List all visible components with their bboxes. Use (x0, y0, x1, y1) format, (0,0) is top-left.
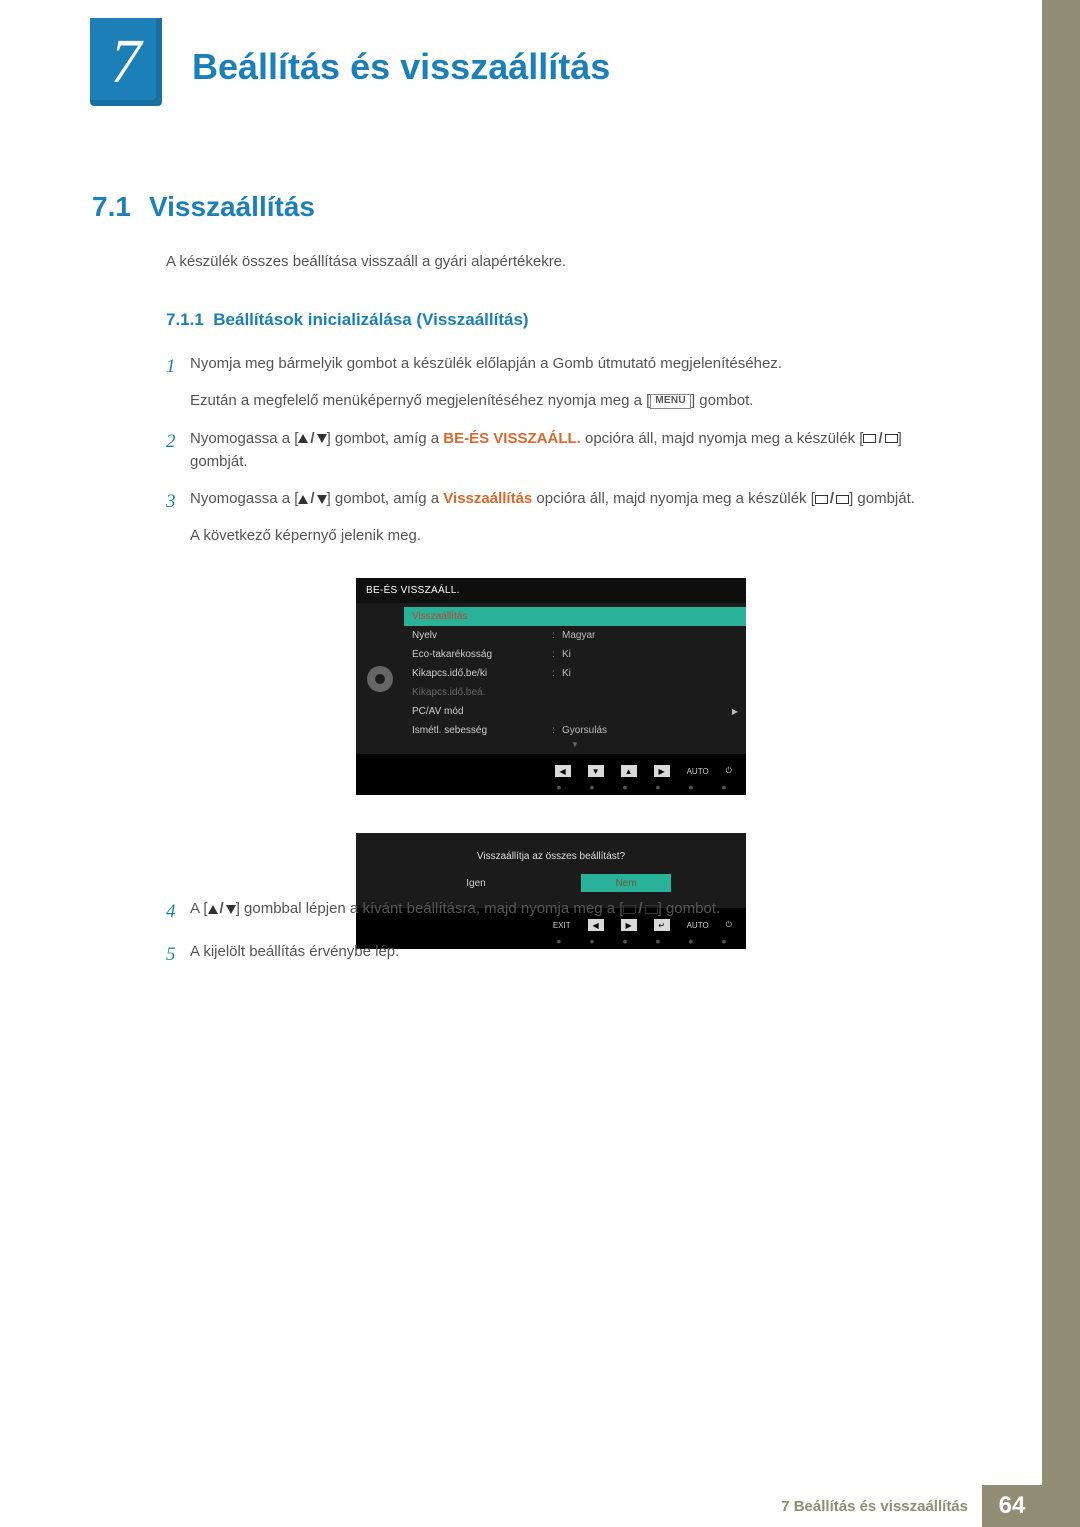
footer-chapter-label: 7 Beállítás és visszaállítás (781, 1485, 982, 1527)
osd-nav-dots: •••••• (356, 784, 746, 795)
subsection-number: 7.1.1 (166, 310, 204, 329)
section-intro: A készülék összes beállítása visszaáll a… (166, 253, 566, 270)
enter-icon (885, 434, 898, 443)
step-1-text: Nyomja meg bármelyik gombot a készülék e… (190, 355, 782, 372)
step-3-after: A következő képernyő jelenik meg. (190, 524, 926, 547)
chapter-header: 7 Beállítás és visszaállítás (90, 18, 610, 106)
step-4-pre: A [ (190, 900, 208, 917)
nav-up-icon: ▲ (621, 765, 637, 777)
step-2-pre: Nyomogassa a [ (190, 430, 298, 447)
osd-row: PC/AV mód▶ (404, 702, 746, 721)
down-arrow-icon (226, 905, 236, 914)
osd-row: Kikapcs.idő.be/ki:Ki (404, 664, 746, 683)
step-2-post: opcióra áll, majd nyomja meg a készülék … (581, 430, 864, 447)
osd-title: BE-ÉS VISSZAÁLL. (356, 578, 746, 603)
step-3-post: opcióra áll, majd nyomja meg a készülék … (532, 490, 815, 507)
enter-icon (836, 495, 849, 504)
scroll-down-indicator: ▼ (404, 740, 746, 750)
down-arrow-icon (317, 434, 327, 443)
osd-menu-list: Visszaállítás Nyelv:Magyar Eco-takarékos… (404, 603, 746, 754)
source-icon (815, 495, 828, 504)
step-1-sub-a: Ezután a megfelelő menüképernyő megjelen… (190, 392, 650, 409)
nav-down-icon: ▼ (588, 765, 604, 777)
side-accent-bar (1042, 0, 1080, 1527)
step-2-highlight: BE-ÉS VISSZAÁLL. (443, 430, 581, 447)
step-number: 2 (166, 427, 190, 474)
step-number: 4 (166, 897, 190, 926)
step-number: 3 (166, 487, 190, 548)
section-number: 7.1 (92, 191, 131, 222)
chapter-number-badge: 7 (90, 18, 162, 106)
nav-right-icon: ▶ (654, 765, 670, 777)
down-arrow-icon (317, 495, 327, 504)
step-4-mid: ] gombbal lépjen a kívánt beállításra, m… (236, 900, 624, 917)
subsection-title: Beállítások inicializálása (Visszaállítá… (213, 310, 528, 329)
enter-icon (645, 905, 658, 914)
up-arrow-icon (298, 434, 308, 443)
step-5: 5 A kijelölt beállítás érvénybe lép. (166, 940, 926, 969)
confirm-no-selected: Nem (581, 874, 671, 892)
up-arrow-icon (208, 905, 218, 914)
step-2-mid: ] gombot, amíg a (327, 430, 444, 447)
osd-row-selected: Visszaállítás (404, 607, 746, 626)
step-4: 4 A [/] gombbal lépjen a kívánt beállítá… (166, 897, 926, 926)
page-footer: 7 Beállítás és visszaállítás 64 (0, 1485, 1080, 1527)
chapter-title: Beállítás és visszaállítás (192, 46, 610, 88)
osd-row-disabled: Kikapcs.idő.beá. (404, 683, 746, 702)
osd-row: Nyelv:Magyar (404, 626, 746, 645)
step-4-end: ] gombot. (658, 900, 721, 917)
osd-screenshot: BE-ÉS VISSZAÁLL. Visszaállítás Nyelv:Mag… (356, 578, 746, 949)
source-icon (863, 434, 876, 443)
confirm-yes: Igen (431, 874, 521, 892)
step-3: 3 Nyomogassa a [/] gombot, amíg a Vissza… (166, 487, 926, 548)
step-2: 2 Nyomogassa a [ / ] gombot, amíg a BE-ÉS … (166, 427, 926, 474)
osd-row: Ismétl. sebesség:Gyorsulás (404, 721, 746, 740)
power-icon: ⏻ (726, 766, 732, 776)
source-icon (623, 905, 636, 914)
up-arrow-icon (298, 495, 308, 504)
section-heading: 7.1 Visszaállítás (92, 191, 315, 223)
slash-separator: / (310, 427, 314, 450)
step-1: 1 Nyomja meg bármelyik gombot a készülék… (166, 352, 926, 413)
nav-left-icon: ◀ (555, 765, 571, 777)
footer-side-accent (1042, 1485, 1080, 1527)
step-number: 1 (166, 352, 190, 413)
section-title: Visszaállítás (149, 191, 315, 222)
nav-auto-label: AUTO (687, 767, 709, 776)
step-3-mid: ] gombot, amíg a (327, 490, 444, 507)
step-3-pre: Nyomogassa a [ (190, 490, 298, 507)
osd-nav-bar: ◀ ▼ ▲ ▶ AUTO ⏻ (356, 754, 746, 784)
step-3-highlight: Visszaállítás (443, 490, 532, 507)
confirm-question: Visszaállítja az összes beállítást? (356, 833, 746, 874)
step-1-sub-b: ] gombot. (691, 392, 754, 409)
subsection-heading: 7.1.1 Beállítások inicializálása (Vissza… (166, 310, 529, 330)
step-number: 5 (166, 940, 190, 969)
footer-page-number: 64 (982, 1485, 1042, 1527)
menu-button-icon: MENU (650, 394, 691, 409)
osd-row: Eco-takarékosság:Ki (404, 645, 746, 664)
submenu-arrow-icon: ▶ (732, 707, 738, 716)
step-3-end: ] gombját. (849, 490, 915, 507)
step-5-text: A kijelölt beállítás érvénybe lép. (190, 943, 399, 960)
gear-icon (367, 666, 393, 692)
